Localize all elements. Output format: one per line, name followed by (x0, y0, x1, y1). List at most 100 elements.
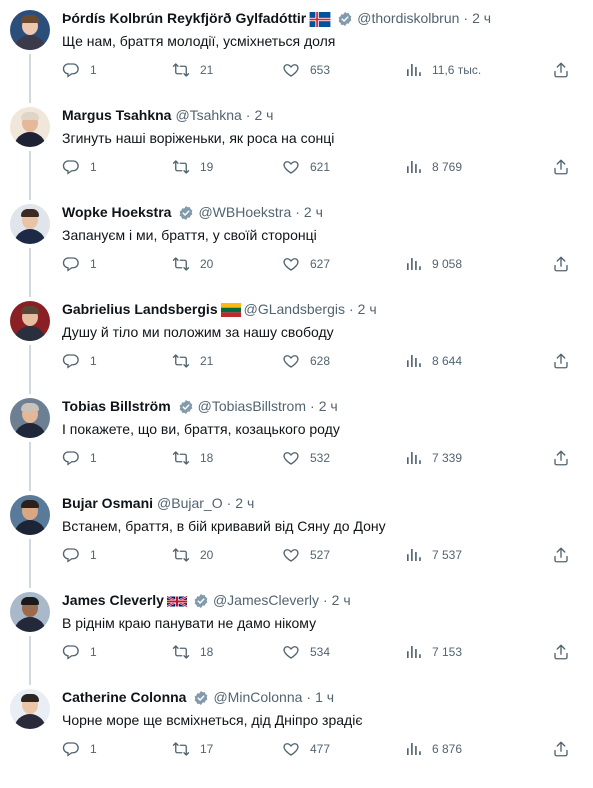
author-handle[interactable]: @MinColonna (213, 689, 302, 706)
like-button[interactable]: 628 (282, 349, 330, 373)
like-count: 653 (310, 63, 331, 77)
author-name[interactable]: Catherine Colonna (62, 689, 186, 706)
like-button[interactable]: 534 (282, 640, 330, 664)
tweet-timestamp[interactable]: 2 ч (472, 10, 491, 27)
author-handle[interactable]: @TobiasBillstrom (198, 398, 306, 415)
tweet-timestamp[interactable]: 1 ч (315, 689, 334, 706)
avatar[interactable] (10, 107, 50, 147)
retweet-button[interactable]: 18 (172, 640, 213, 664)
retweet-button[interactable]: 19 (172, 155, 213, 179)
thread-connector-line (29, 248, 31, 297)
tweet-actions: 1 21 653 11,6 тыс. (62, 58, 577, 82)
author-name[interactable]: Tobias Billström (62, 398, 171, 415)
like-button[interactable]: 527 (282, 543, 330, 567)
tweet[interactable]: Tobias Billström @TobiasBillstrom · 2 ч І по… (0, 388, 593, 491)
reply-button[interactable]: 1 (62, 349, 97, 373)
author-handle[interactable]: @thordiskolbrun (357, 10, 459, 27)
views-button[interactable]: 11,6 тыс. (404, 58, 481, 82)
retweet-icon (172, 352, 200, 370)
retweet-button[interactable]: 20 (172, 252, 213, 276)
tweet-timestamp[interactable]: 2 ч (254, 107, 273, 124)
tweet-timestamp[interactable]: 2 ч (358, 301, 377, 318)
avatar[interactable] (10, 592, 50, 632)
reply-count: 1 (90, 742, 97, 756)
retweet-button[interactable]: 18 (172, 446, 213, 470)
like-button[interactable]: 477 (282, 737, 330, 761)
tweet[interactable]: Catherine Colonna @MinColonna · 1 ч Чорне мо… (0, 679, 593, 776)
separator-dot: · (306, 689, 312, 706)
reply-button[interactable]: 1 (62, 155, 97, 179)
retweet-count: 18 (200, 645, 214, 659)
view-count: 6 876 (432, 742, 463, 756)
reply-icon (62, 352, 90, 370)
retweet-button[interactable]: 21 (172, 58, 213, 82)
avatar[interactable] (10, 204, 50, 244)
heart-icon (282, 449, 310, 467)
retweet-icon (172, 449, 200, 467)
tweet[interactable]: Margus Tsahkna @Tsahkna · 2 ч Згинуть наші в… (0, 97, 593, 200)
tweet[interactable]: James Cleverly @JamesCleverly · 2 ч В ріднім… (0, 582, 593, 685)
like-button[interactable]: 532 (282, 446, 330, 470)
avatar[interactable] (10, 689, 50, 729)
reply-button[interactable]: 1 (62, 446, 97, 470)
retweet-button[interactable]: 21 (172, 349, 213, 373)
share-button[interactable] (552, 446, 570, 470)
reply-button[interactable]: 1 (62, 640, 97, 664)
author-name[interactable]: Bujar Osmani (62, 495, 153, 512)
author-name[interactable]: Margus Tsahkna (62, 107, 171, 124)
share-button[interactable] (552, 543, 570, 567)
reply-button[interactable]: 1 (62, 543, 97, 567)
reply-icon (62, 255, 90, 273)
avatar[interactable] (10, 495, 50, 535)
tweet[interactable]: Wopke Hoekstra @WBHoekstra · 2 ч Запануєм і … (0, 194, 593, 297)
like-button[interactable]: 627 (282, 252, 330, 276)
retweet-count: 20 (200, 257, 214, 271)
tweet-timestamp[interactable]: 2 ч (235, 495, 254, 512)
avatar[interactable] (10, 301, 50, 341)
reply-button[interactable]: 1 (62, 252, 97, 276)
tweet-timestamp[interactable]: 2 ч (304, 204, 323, 221)
author-handle[interactable]: @GLandsbergis (244, 301, 345, 318)
share-icon (552, 61, 570, 79)
tweet[interactable]: Gabrielius Landsbergis @GLandsbergis · 2 ч Д… (0, 291, 593, 394)
views-button[interactable]: 6 876 (404, 737, 462, 761)
views-button[interactable]: 7 339 (404, 446, 462, 470)
author-name[interactable]: Þórdís Kolbrún Reykfjörð Gylfadóttir (62, 10, 306, 27)
separator-dot: · (295, 204, 300, 221)
author-name[interactable]: James Cleverly (62, 592, 164, 609)
retweet-button[interactable]: 20 (172, 543, 213, 567)
reply-button[interactable]: 1 (62, 58, 97, 82)
author-name[interactable]: Gabrielius Landsbergis (62, 301, 218, 318)
tweet[interactable]: Bujar Osmani @Bujar_O · 2 ч Встанем, браття,… (0, 485, 593, 588)
share-button[interactable] (552, 155, 570, 179)
retweet-button[interactable]: 17 (172, 737, 213, 761)
views-icon (404, 158, 432, 176)
lithuania-flag-icon (218, 301, 244, 318)
share-button[interactable] (552, 252, 570, 276)
author-handle[interactable]: @WBHoekstra (198, 204, 291, 221)
verified-badge-icon (175, 204, 198, 221)
reply-button[interactable]: 1 (62, 737, 97, 761)
author-handle[interactable]: @Bujar_O (157, 495, 223, 512)
share-button[interactable] (552, 640, 570, 664)
author-handle[interactable]: @JamesCleverly (213, 592, 319, 609)
retweet-count: 17 (200, 742, 214, 756)
views-button[interactable]: 8 769 (404, 155, 462, 179)
like-button[interactable]: 621 (282, 155, 330, 179)
views-button[interactable]: 7 537 (404, 543, 462, 567)
author-name[interactable]: Wopke Hoekstra (62, 204, 171, 221)
like-button[interactable]: 653 (282, 58, 330, 82)
author-handle[interactable]: @Tsahkna (175, 107, 241, 124)
avatar[interactable] (10, 398, 50, 438)
views-button[interactable]: 7 153 (404, 640, 462, 664)
share-button[interactable] (552, 737, 570, 761)
tweet-timestamp[interactable]: 2 ч (332, 592, 351, 609)
tweet[interactable]: Þórdís Kolbrún Reykfjörð Gylfadóttir @tho… (0, 0, 593, 103)
tweet-timestamp[interactable]: 2 ч (319, 398, 338, 415)
share-button[interactable] (552, 349, 570, 373)
avatar[interactable] (10, 10, 50, 50)
share-button[interactable] (552, 58, 570, 82)
views-button[interactable]: 9 058 (404, 252, 462, 276)
views-button[interactable]: 8 644 (404, 349, 462, 373)
tweet-text: І покажете, що ви, браття, козацького ро… (62, 421, 340, 437)
